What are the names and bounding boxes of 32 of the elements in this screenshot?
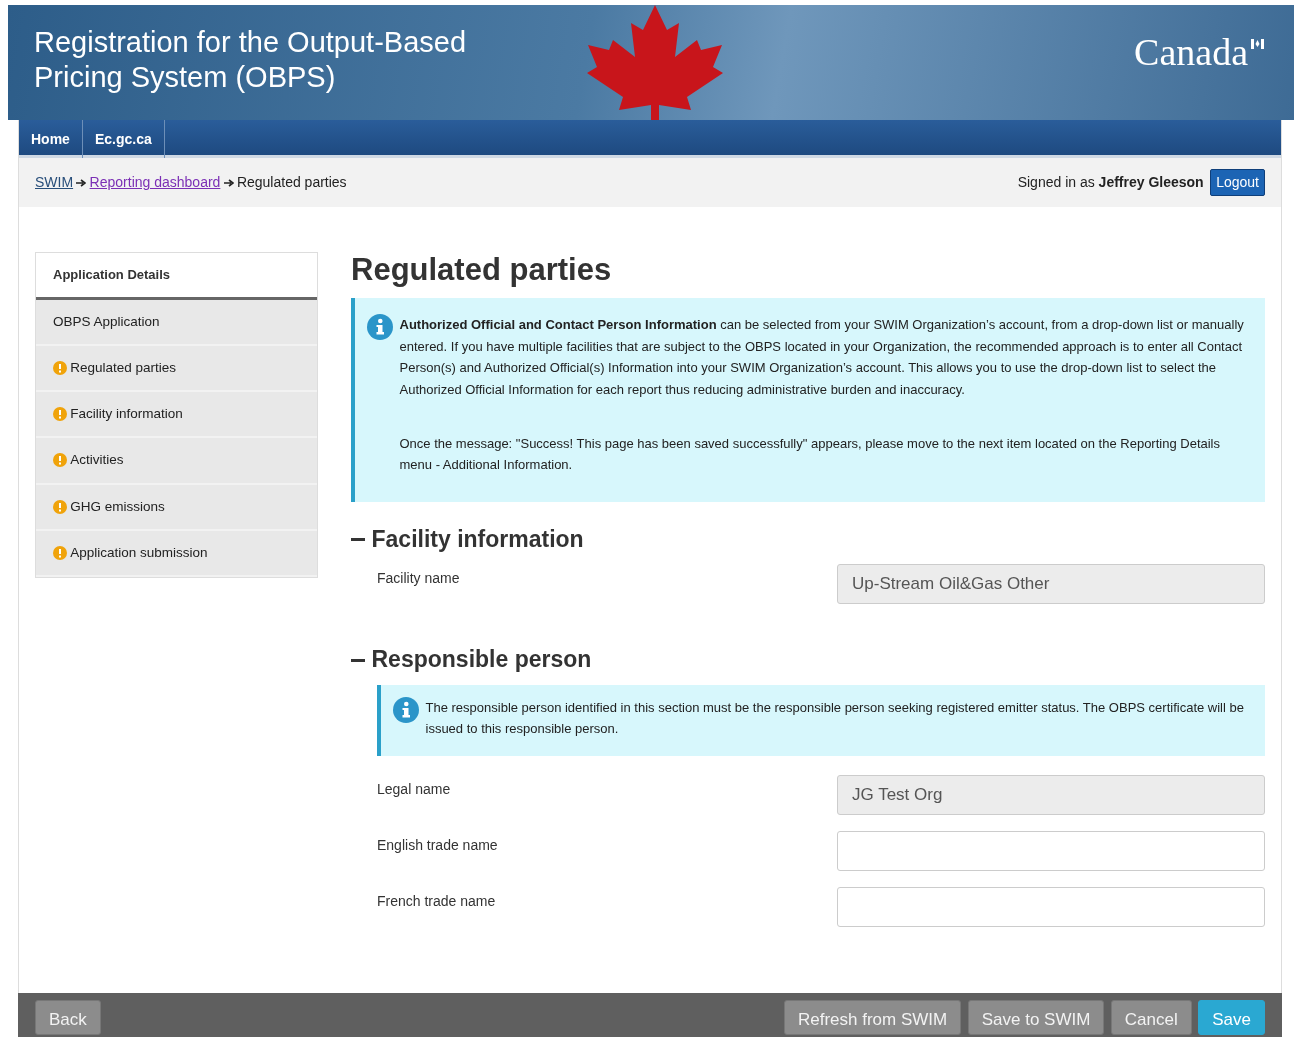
- breadcrumb-link[interactable]: SWIM: [35, 172, 74, 193]
- field-label: Legal name: [377, 780, 452, 800]
- input-field[interactable]: Up-Stream Oil&Gas Other: [837, 564, 1265, 605]
- logout-button[interactable]: Logout: [1210, 169, 1265, 196]
- alert-text: Once the message: "Success! This page has been saved successfully" appears, please move to the next item located on the Reporting Details menu - Additional Information.: [399, 434, 1221, 475]
- sidebar-item[interactable]: OBPS Application: [36, 299, 317, 346]
- sidebar-item[interactable]: GHG emissions: [36, 484, 317, 531]
- sidebar-item[interactable]: Application submission: [36, 530, 317, 577]
- info-icon: [367, 314, 393, 341]
- sidebar-item[interactable]: Facility information: [36, 392, 317, 439]
- section-title: Responsible person: [371, 645, 592, 675]
- alert-text: Authorized Official and Contact Person Information can be selected from your SWIM Organization’s account, from a drop-down list or manually entered. If you have multiple facilities that are subject to the OBPS located in your Organization, the recommended approach is to enter all Contact Person(s) and Authorized Official(s) Information into your SWIM Organization’s account. This allows you to use the drop-down list to select the Authorized Official Information for each report thus reducing administrative burden and inaccuracy.: [399, 316, 1245, 399]
- input-field[interactable]: JG Test Org: [837, 775, 1265, 816]
- field-label: English trade name: [377, 836, 499, 856]
- sidebar-item[interactable]: Activities: [36, 438, 317, 485]
- field-label: Facility name: [377, 569, 461, 589]
- flag-icon: [1251, 39, 1264, 49]
- info-icon: [393, 696, 419, 723]
- field-label: French trade name: [377, 892, 497, 912]
- input-field[interactable]: [837, 831, 1265, 872]
- input-field[interactable]: [837, 887, 1265, 928]
- section-title: Facility information: [371, 524, 584, 554]
- sidebar-item[interactable]: Regulated parties: [36, 345, 317, 392]
- arrow-icon: [223, 178, 234, 187]
- arrow-icon: [76, 178, 87, 187]
- page-title: Regulated parties: [351, 251, 613, 289]
- wordmark: Canada: [1134, 33, 1248, 71]
- breadcrumb-current: Regulated parties: [236, 173, 347, 192]
- signed-in-text: Signed in as Jeffrey Gleeson: [1017, 173, 1204, 192]
- breadcrumb-link[interactable]: Reporting dashboard: [89, 172, 221, 193]
- site-title: Registration for the Output-Based Pricing System (OBPS): [33, 25, 467, 95]
- alert-text: The responsible person identified in this section must be the responsible person seeking registered emitter status. The OBPS certificate will be issued to this responsible person.: [425, 698, 1245, 739]
